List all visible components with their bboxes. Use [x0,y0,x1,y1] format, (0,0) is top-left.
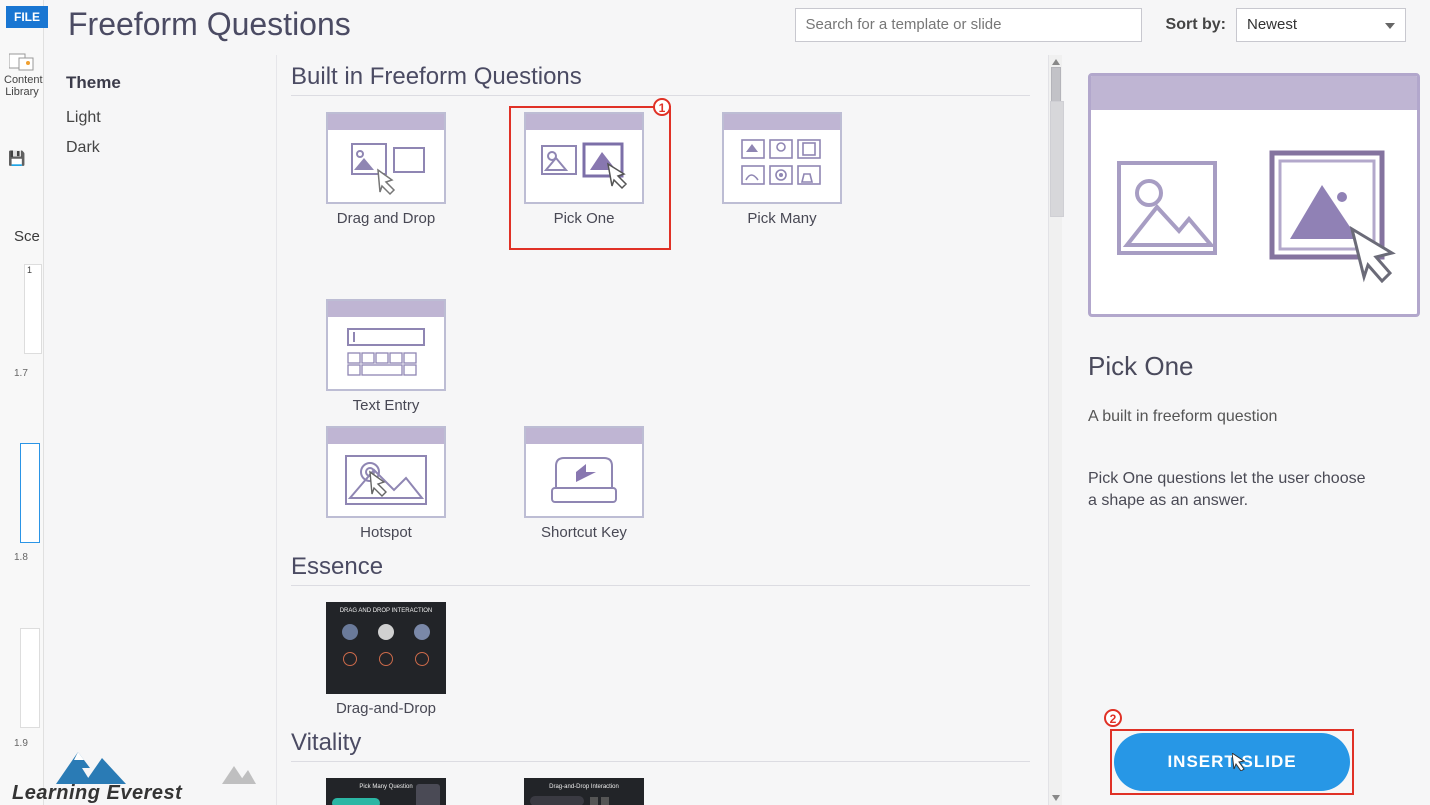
freeform-questions-dialog: Freeform Questions Sort by: Newest Theme… [44,0,1430,805]
theme-dark[interactable]: Dark [66,133,276,163]
preview-title: Pick One [1088,351,1412,382]
preview-image-icon [1113,157,1223,267]
collapse-preview-tab[interactable] [1050,101,1064,217]
mountain-icon [56,748,126,784]
tile-label: Shortcut Key [521,524,647,541]
insert-slide-button[interactable]: INSERT SLIDE [1114,733,1350,791]
tile-label: Text Entry [323,397,449,414]
tile-label: Pick Many [719,210,845,227]
tile-hotspot[interactable]: Hotspot [323,426,449,541]
tile-essence-drag-and-drop[interactable]: DRAG AND DROP INTERACTION [323,602,449,717]
section-vitality-title: Vitality [291,729,1030,757]
file-tab[interactable]: FILE [6,6,48,28]
theme-heading: Theme [66,73,276,93]
tile-vitality-drag-and-drop[interactable]: Drag-and-Drop Interaction [521,778,647,805]
slide-thumb-1[interactable]: 1 [24,264,42,354]
section-essence-title: Essence [291,553,1030,581]
tile-pick-one[interactable]: 1 Pick One [521,112,647,227]
mountain-icon [222,764,256,784]
sort-dropdown[interactable]: Newest [1236,8,1406,42]
tile-label: Hotspot [323,524,449,541]
cursor-icon [1232,753,1246,771]
scene-label: Sce [14,228,40,245]
theme-sidebar: Theme Light Dark [44,55,276,805]
callout-badge-2: 2 [1104,709,1122,727]
theme-light[interactable]: Light [66,103,276,133]
slide-index-19: 1.9 [14,738,28,749]
template-gallery[interactable]: Built in Freeform Questions Drag and Dro… [291,55,1034,805]
watermark-logo: Learning Everest [12,782,182,805]
tile-shortcut-key[interactable]: Shortcut Key [521,426,647,541]
gallery-scrollbar[interactable] [1048,55,1062,805]
preview-panel: Pick One A built in freeform question Pi… [1062,55,1430,805]
tile-pick-many[interactable]: Pick Many [719,112,845,227]
callout-badge-1: 1 [653,98,671,116]
preview-thumbnail [1088,73,1420,317]
tile-drag-and-drop[interactable]: Drag and Drop [323,112,449,227]
slide-thumb-next[interactable] [20,628,40,728]
preview-subtitle: A built in freeform question [1088,408,1412,426]
preview-selected-icon [1266,147,1396,277]
cursor-icon [1346,223,1406,283]
page-title: Freeform Questions [68,6,351,43]
slide-thumb-selected[interactable] [20,443,40,543]
tile-text-entry[interactable]: Text Entry [323,299,449,414]
scroll-up-arrow[interactable] [1052,57,1060,65]
preview-description: Pick One questions let the user choose a… [1088,468,1378,513]
slide-index-17: 1.7 [14,368,28,379]
section-built-in-title: Built in Freeform Questions [291,63,1030,91]
background-app-strip: FILE Content Library 💾 Sce 1 1.7 1.8 1.9 [0,0,44,805]
tile-label: Drag and Drop [323,210,449,227]
tile-label: Pick One [521,210,647,227]
slide-index-18: 1.8 [14,552,28,563]
sort-label: Sort by: [1166,16,1226,34]
save-icon[interactable]: 💾 [8,150,25,167]
search-input[interactable] [795,8,1142,42]
scroll-down-arrow[interactable] [1052,795,1060,803]
tile-vitality-pick-many[interactable]: Pick Many Question [323,778,449,805]
tile-label: Drag-and-Drop [323,700,449,717]
content-library-button[interactable]: Content Library [4,52,40,98]
